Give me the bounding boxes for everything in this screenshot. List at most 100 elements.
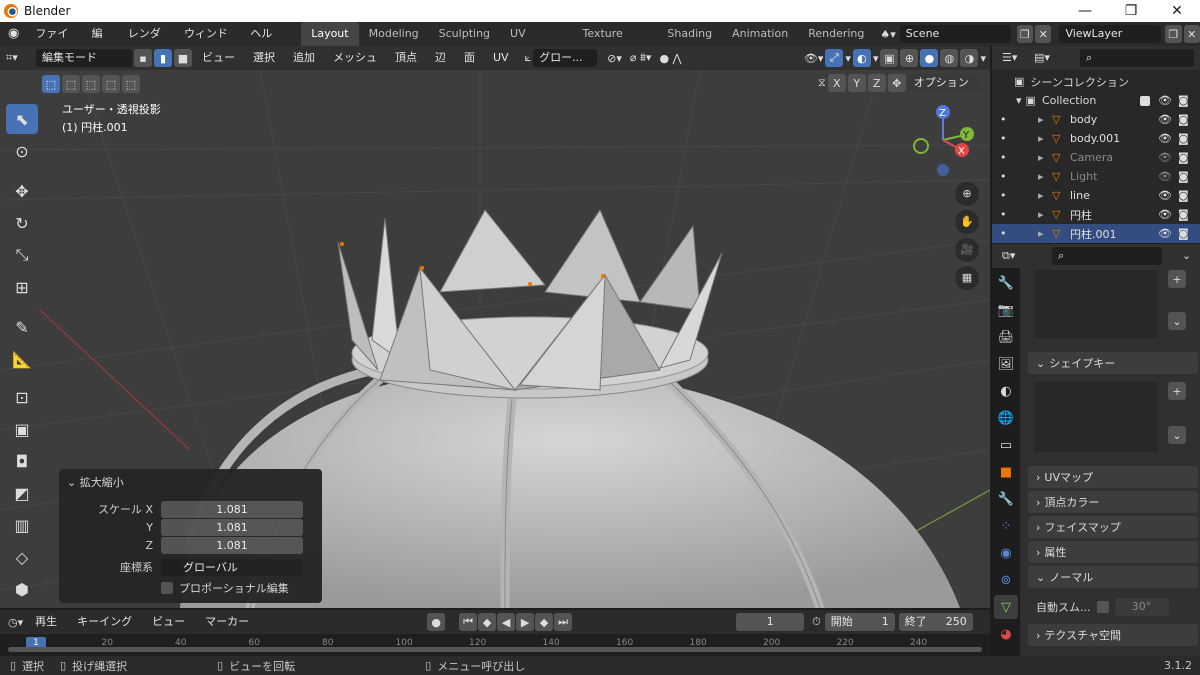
grid-view-icon[interactable]: ▦ (955, 266, 979, 290)
expand-icon[interactable]: ▸ (1038, 227, 1044, 240)
uv-maps-panel[interactable]: › UVマップ (1028, 466, 1198, 488)
select-new-icon[interactable]: ⬚ (42, 75, 60, 93)
outliner-item[interactable]: • ▸ ▽ body 👁 ◙ (992, 110, 1200, 129)
prev-key-icon[interactable]: ◆ (478, 613, 497, 631)
menu-mesh[interactable]: メッシュ (325, 46, 385, 70)
editor-type-icon[interactable]: ⌗▾ (6, 51, 34, 65)
snap-icon[interactable]: ⌀ ⩩▾ (630, 51, 652, 65)
camera-icon[interactable]: ◙ (1178, 94, 1189, 107)
normals-panel[interactable]: ⌄ ノーマル (1028, 566, 1198, 588)
outliner-item[interactable]: • ▸ ▽ body.001 👁 ◙ (992, 129, 1200, 148)
rendered-shading-icon[interactable]: ◑ (960, 49, 979, 67)
menu-uv[interactable]: UV (485, 46, 517, 70)
particles-tab-icon[interactable]: ⁘ (994, 514, 1018, 538)
eye-icon[interactable]: 👁 (1158, 151, 1172, 164)
view-layer-tab-icon[interactable]: 🖼 (994, 352, 1018, 376)
measure-tool-icon[interactable]: 📐 (6, 344, 38, 374)
playback-menu[interactable]: 再生 (27, 610, 65, 634)
remove-scene-icon[interactable]: ✕ (1034, 25, 1052, 43)
eye-icon[interactable]: 👁 (1158, 132, 1172, 145)
camera-view-icon[interactable]: 🎥 (955, 238, 979, 262)
material-shading-icon[interactable]: ◍ (940, 49, 959, 67)
outliner-search[interactable]: ⌕ (1080, 49, 1194, 67)
select-intersect-icon[interactable]: ⬚ (122, 75, 140, 93)
timeline-scrollbar[interactable] (8, 647, 982, 652)
expand-icon[interactable]: ▸ (1038, 151, 1044, 164)
menu-edge[interactable]: 辺 (427, 46, 454, 70)
camera-icon[interactable]: ◙ (1178, 208, 1189, 221)
start-frame-field[interactable]: 開始 1 (824, 613, 895, 631)
zoom-icon[interactable]: ⊕ (955, 182, 979, 206)
modifier-tab-icon[interactable]: 🔧 (994, 487, 1018, 511)
vertex-group-menu-icon[interactable]: ⌄ (1168, 312, 1186, 330)
blender-menu-icon[interactable]: ◉ (0, 22, 27, 46)
outliner-item[interactable]: • ▸ ▽ Light 👁 ◙ (992, 167, 1200, 186)
timeline-view-menu[interactable]: ビュー (144, 610, 193, 634)
tab-shading[interactable]: Shading (657, 22, 722, 46)
shape-key-menu-icon[interactable]: ⌄ (1168, 426, 1186, 444)
properties-search[interactable]: ⌕ (1052, 247, 1162, 265)
camera-icon[interactable]: ◙ (1178, 132, 1189, 145)
add-vertex-group-icon[interactable]: + (1168, 270, 1186, 288)
inset-tool-icon[interactable]: ◘ (6, 446, 38, 476)
scale-x-field[interactable]: 1.081 (161, 500, 303, 518)
close-button[interactable]: ✕ (1154, 0, 1200, 22)
menu-view[interactable]: ビュー (194, 46, 243, 70)
constraints-tab-icon[interactable]: ⊚ (994, 568, 1018, 592)
vertex-select-icon[interactable]: ▪ (134, 49, 152, 67)
add-shape-key-icon[interactable]: + (1168, 382, 1186, 400)
properties-editor-icon[interactable]: ⧉▾ (1002, 249, 1015, 263)
keying-menu[interactable]: キーイング (69, 610, 140, 634)
mode-select[interactable]: 編集モード (36, 49, 132, 67)
menu-file[interactable]: ファイル (27, 22, 83, 64)
marker-menu[interactable]: マーカー (197, 610, 257, 634)
bevel-tool-icon[interactable]: ◩ (6, 478, 38, 508)
next-key-icon[interactable]: ◆ (535, 613, 554, 631)
mirror-y-toggle[interactable]: Y (847, 74, 866, 92)
operator-title[interactable]: ⌄ 拡大縮小 (67, 474, 124, 490)
wireframe-shading-icon[interactable]: ⊕ (900, 49, 919, 67)
loopcut-tool-icon[interactable]: ▥ (6, 510, 38, 540)
material-tab-icon[interactable]: ◕ (994, 622, 1018, 646)
cursor-tool-icon[interactable]: ⊙ (6, 136, 38, 166)
view-layer-field[interactable]: ViewLayer (1059, 25, 1162, 43)
outliner-item[interactable]: • ▸ ▽ 円柱 👁 ◙ (992, 205, 1200, 224)
expand-icon[interactable]: ▸ (1038, 132, 1044, 145)
scene-field[interactable]: Scene (899, 25, 1011, 43)
select-subtract-icon[interactable]: ⬚ (82, 75, 100, 93)
remove-view-layer-icon[interactable]: ✕ (1183, 25, 1200, 43)
autotool-icon[interactable]: ✥ (887, 74, 906, 92)
add-cube-tool-icon[interactable]: ⊡ (6, 382, 38, 412)
tab-uv-editing[interactable]: UV Editing (500, 22, 572, 64)
polybuild-tool-icon[interactable]: ⬢ (6, 574, 38, 604)
mirror-z-toggle[interactable]: Z (867, 74, 886, 92)
outliner-item[interactable]: • ▸ ▽ line 👁 ◙ (992, 186, 1200, 205)
jump-end-icon[interactable]: ⏭ (554, 613, 573, 631)
proportional-checkbox[interactable] (161, 582, 173, 594)
render-tab-icon[interactable]: 📷 (994, 298, 1018, 322)
play-icon[interactable]: ▶ (516, 613, 535, 631)
new-view-layer-icon[interactable]: ❐ (1165, 25, 1182, 43)
expand-icon[interactable]: ▸ (1038, 208, 1044, 221)
eye-icon[interactable]: 👁 (1158, 189, 1172, 202)
menu-vertex[interactable]: 頂点 (387, 46, 425, 70)
annotate-tool-icon[interactable]: ✎ (6, 312, 38, 342)
play-reverse-icon[interactable]: ◀ (497, 613, 516, 631)
orientation-select[interactable]: グロー... (533, 49, 598, 67)
expand-icon[interactable]: ▸ (1038, 189, 1044, 202)
scale-y-field[interactable]: 1.081 (161, 518, 303, 536)
outliner-item[interactable]: • ▸ ▽ 円柱.001 👁 ◙ (992, 224, 1200, 243)
overlay-icon[interactable]: ◐ (852, 49, 871, 67)
move-tool-icon[interactable]: ✥ (6, 176, 38, 206)
eye-icon[interactable]: 👁 (1158, 227, 1172, 240)
stopwatch-icon[interactable]: ⏱ (812, 615, 821, 629)
data-tab-icon[interactable]: ▽ (994, 595, 1018, 619)
extrude-tool-icon[interactable]: ▣ (6, 414, 38, 444)
tab-texture-paint[interactable]: Texture Paint (573, 22, 658, 64)
camera-icon[interactable]: ◙ (1178, 151, 1189, 164)
record-icon[interactable]: ● (427, 613, 446, 631)
physics-tab-icon[interactable]: ◉ (994, 541, 1018, 565)
outliner-item[interactable]: • ▸ ▽ Camera 👁 ◙ (992, 148, 1200, 167)
tab-layout[interactable]: Layout (301, 22, 359, 46)
jump-start-icon[interactable]: ⏮ (459, 613, 478, 631)
